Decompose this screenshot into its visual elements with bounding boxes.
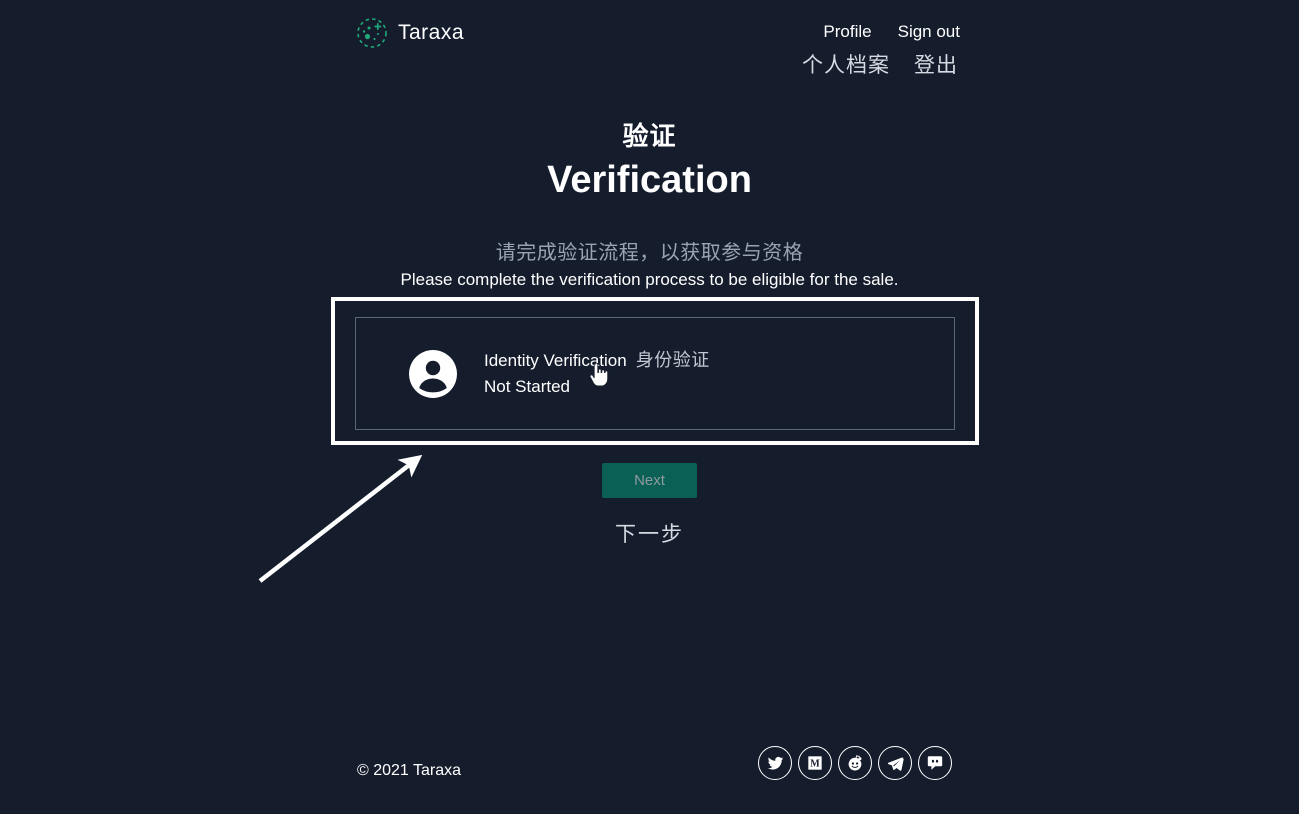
page-subtitle-zh: 请完成验证流程，以获取参与资格 xyxy=(495,241,804,264)
social-link-reddit[interactable] xyxy=(838,746,872,780)
page-title: Verification xyxy=(547,159,752,202)
next-action-area: Next 下一步 xyxy=(0,463,1299,548)
page-title-zh: 验证 xyxy=(622,121,677,151)
identity-verification-title-zh: 身份验证 xyxy=(635,349,710,370)
medium-icon: M xyxy=(808,756,822,770)
identity-verification-text: Identity Verification 身份验证 Not Started xyxy=(484,349,710,398)
next-button-label-zh: 下一步 xyxy=(615,523,684,546)
nav-link-sign-out[interactable]: Sign out xyxy=(898,22,960,42)
user-avatar-icon xyxy=(409,349,457,398)
social-link-telegram[interactable] xyxy=(878,746,912,780)
copyright-text: © 2021 Taraxa xyxy=(357,762,462,779)
identity-verification-title: Identity Verification xyxy=(484,350,627,370)
nav-link-sign-out-zh[interactable]: 登出 xyxy=(914,49,958,79)
svg-text:M: M xyxy=(810,759,820,770)
page-header: Taraxa Profile Sign out 个人档案 登出 xyxy=(0,0,1299,96)
twitter-icon xyxy=(767,756,783,770)
next-button[interactable]: Next xyxy=(602,463,697,498)
page-subtitle: Please complete the verification process… xyxy=(400,269,899,289)
nav-row-chinese: 个人档案 登出 xyxy=(802,49,960,79)
identity-verification-title-row: Identity Verification 身份验证 xyxy=(484,349,710,373)
social-link-discord[interactable] xyxy=(918,746,952,780)
social-links: M xyxy=(758,746,952,780)
discord-icon xyxy=(927,756,943,770)
reddit-icon xyxy=(848,755,862,771)
taraxa-globe-icon xyxy=(357,18,387,48)
nav-link-profile-zh[interactable]: 个人档案 xyxy=(802,49,890,79)
social-link-twitter[interactable] xyxy=(758,746,792,780)
social-link-medium[interactable]: M xyxy=(798,746,832,780)
identity-verification-status: Not Started xyxy=(484,376,570,396)
telegram-icon xyxy=(887,756,904,771)
main-content: 验证 Verification 请完成验证流程，以获取参与资格 Please c… xyxy=(0,96,1299,546)
page-footer: © 2021 Taraxa M xyxy=(0,744,1299,814)
nav-row-english: Profile Sign out xyxy=(802,22,960,42)
verification-card-highlight-box: Identity Verification 身份验证 Not Started xyxy=(331,297,979,445)
top-navigation: Profile Sign out 个人档案 登出 xyxy=(802,22,960,79)
brand-logo-area[interactable]: Taraxa xyxy=(356,17,464,49)
nav-link-profile[interactable]: Profile xyxy=(823,22,871,42)
brand-name: Taraxa xyxy=(398,21,465,44)
page-subtitle-block: 请完成验证流程，以获取参与资格 Please complete the veri… xyxy=(0,241,1299,290)
identity-verification-card[interactable]: Identity Verification 身份验证 Not Started xyxy=(355,317,955,430)
page-title-block: 验证 Verification xyxy=(0,121,1299,204)
